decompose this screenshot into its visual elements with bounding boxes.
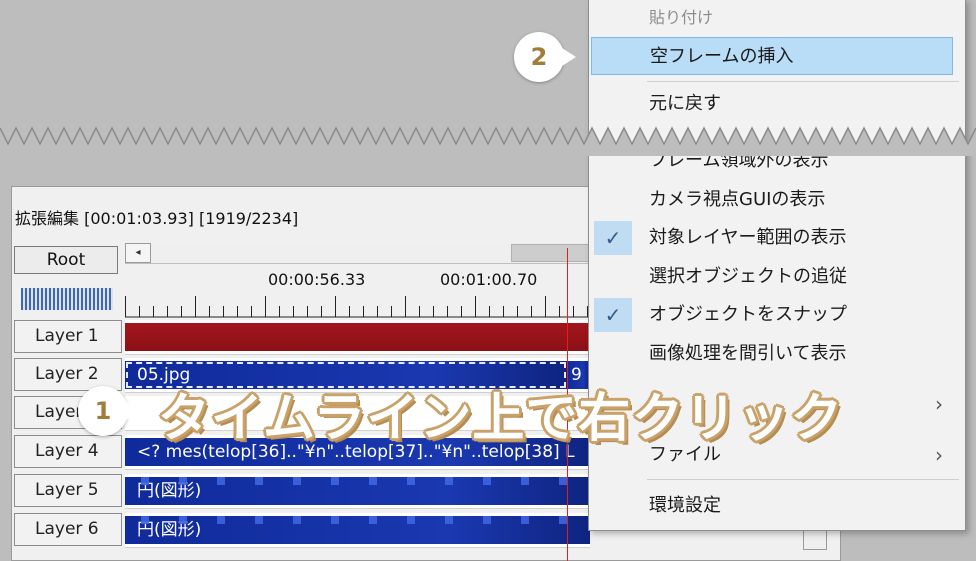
menu-item-snap-objects[interactable]: ✓ オブジェクトをスナップ (589, 296, 965, 334)
step-2-pointer (562, 48, 576, 66)
menu-item-label: 環境設定 (649, 495, 721, 516)
menu-item-thin-preview[interactable]: 画像処理を間引いて表示 (589, 335, 965, 373)
step-2-badge: 2 (514, 32, 564, 82)
clip-layer-5[interactable]: 円(図形) (125, 477, 590, 505)
instruction-annotation: タイムライン上で右クリック (158, 389, 844, 449)
menu-item-label: 対象レイヤー範囲の表示 (649, 227, 847, 248)
menu-item-label: 画像処理を間引いて表示 (649, 343, 847, 364)
check-icon: ✓ (594, 298, 632, 332)
menu-item-label: カメラ視点GUIの表示 (649, 189, 826, 210)
menu-item-paste: 貼り付け (589, 0, 965, 37)
root-button[interactable]: Root (14, 246, 118, 274)
context-menu: 貼り付け 空フレームの挿入 元に戻す フレーム領域外の表示 カメラ視点GUIの表… (588, 0, 966, 531)
menu-item-camera-gui[interactable]: カメラ視点GUIの表示 (589, 181, 965, 219)
layer-track-1[interactable] (125, 320, 590, 355)
timeline-title: 拡張編集 [00:01:03.93] [1919/2234] (15, 209, 299, 228)
scroll-thumb[interactable] (511, 244, 595, 262)
menu-separator (647, 479, 959, 480)
layer-track-5[interactable]: 円(図形) (125, 474, 590, 509)
horizontal-scrollbar[interactable]: ◂ (125, 243, 595, 264)
midpoint-markers (125, 477, 590, 485)
torn-edge-divider (0, 126, 976, 156)
menu-item-insert-empty-frame[interactable]: 空フレームの挿入 (591, 37, 953, 75)
midpoint-markers (125, 516, 590, 524)
menu-item-show-layer-range[interactable]: ✓ 対象レイヤー範囲の表示 (589, 219, 965, 257)
layer-button-5[interactable]: Layer 5 (14, 474, 122, 507)
chevron-right-icon: › (935, 392, 943, 416)
menu-separator (647, 81, 959, 82)
clip-layer-6[interactable]: 円(図形) (125, 516, 590, 544)
check-icon: ✓ (594, 221, 632, 255)
layer-button-6[interactable]: Layer 6 (14, 513, 122, 546)
step-1-badge: 1 (78, 386, 128, 436)
zoom-meter[interactable] (21, 288, 113, 310)
scroll-left-button[interactable]: ◂ (125, 243, 151, 263)
menu-item-label: 空フレームの挿入 (650, 46, 794, 67)
menu-item-follow-selection[interactable]: 選択オブジェクトの追従 (589, 258, 965, 296)
menu-item-label: 元に戻す (649, 93, 721, 114)
layer-track-6[interactable]: 円(図形) (125, 513, 590, 548)
menu-item-preferences[interactable]: 環境設定 (589, 487, 965, 525)
layer-button-1[interactable]: Layer 1 (14, 320, 122, 353)
chevron-right-icon: › (935, 443, 943, 467)
ruler-label-2: 00:01:00.70 (440, 270, 538, 289)
layer-button-4[interactable]: Layer 4 (14, 435, 122, 468)
clip-layer-1[interactable] (125, 323, 590, 351)
step-1-pointer (126, 402, 140, 420)
ruler-label-1: 00:00:56.33 (268, 270, 366, 289)
menu-item-label: 選択オブジェクトの追従 (649, 266, 847, 287)
scroll-corner-button[interactable] (803, 530, 827, 550)
menu-item-label: 貼り付け (649, 8, 714, 27)
menu-item-label: オブジェクトをスナップ (649, 304, 847, 325)
